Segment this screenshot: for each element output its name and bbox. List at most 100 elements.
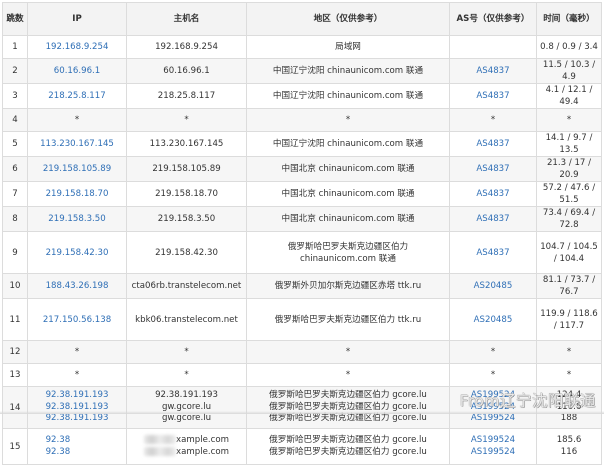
hop-cell: 13 xyxy=(2,363,28,387)
table-row: 2 60.16.96.1 60.16.96.1 中国辽宁沈阳 chinaunicom.… xyxy=(2,58,602,84)
as-link[interactable]: AS20485 xyxy=(449,273,537,299)
time-text: 14.1 / 9.7 / 13.5 xyxy=(536,131,602,157)
header-hostname: 主机名 xyxy=(126,2,247,36)
ip-link[interactable]: 60.16.96.1 xyxy=(27,58,127,84)
as-link[interactable]: AS199524 xyxy=(452,435,534,447)
location-cell: 俄罗斯哈巴罗夫斯克边疆区伯力 gcore.lu 俄罗斯哈巴罗夫斯克边疆区伯力 g… xyxy=(246,386,450,429)
as-link: * xyxy=(449,108,537,132)
ip-link[interactable]: 92.38.191.193 xyxy=(30,413,124,425)
as-link[interactable]: AS20485 xyxy=(449,298,537,341)
as-link[interactable]: AS199524 xyxy=(452,447,534,459)
table-row: 5 113.230.167.145 113.230.167.145 中国辽宁沈阳 ch… xyxy=(2,131,602,157)
hop-cell: 1 xyxy=(2,35,28,59)
table-row: 11 217.150.56.138 kbk06.transtelecom.net 俄罗… xyxy=(2,298,602,341)
table-row: 1 192.168.9.254 192.168.9.254 局域网 0.8 / 0.9 … xyxy=(2,35,602,59)
header-location: 地区（仅供参考） xyxy=(246,2,450,36)
hostname-text: 219.158.3.50 xyxy=(126,206,247,232)
hop-cell: 10 xyxy=(2,273,28,299)
location-text: 俄罗斯哈巴罗夫斯克边疆区伯力 gcore.lu xyxy=(269,413,427,424)
hostname-text: 192.168.9.254 xyxy=(126,35,247,59)
ip-link[interactable]: 92.38.191.193 xyxy=(30,390,124,402)
table-row: 9 219.158.42.30 219.158.42.30 俄罗斯哈巴罗夫斯克边疆区伯… xyxy=(2,231,602,274)
table-row: 12 * * * * * xyxy=(2,340,602,364)
as-link[interactable]: AS4837 xyxy=(449,83,537,109)
ip-link[interactable]: 92.38 xyxy=(30,447,124,459)
table-row: 8 219.158.3.50 219.158.3.50 中国北京 chinaunico… xyxy=(2,206,602,232)
ip-link[interactable]: 113.230.167.145 xyxy=(27,131,127,157)
table-row: 7 219.158.18.70 219.158.18.70 中国北京 chinauni… xyxy=(2,181,602,207)
time-text: 73.4 / 69.4 / 72.8 xyxy=(536,206,602,232)
redaction-blur xyxy=(144,446,177,456)
as-link[interactable]: AS199524 xyxy=(452,413,534,425)
location-text: 俄罗斯哈巴罗夫斯克边疆区伯力 gcore.lu xyxy=(269,446,427,457)
location-text: 中国北京 chinaunicom.com 联通 xyxy=(246,181,450,207)
redaction-blur xyxy=(144,435,177,444)
hostname-text: gw.gcore.lu xyxy=(161,413,212,424)
table-row: 10 188.43.26.198 cta06rb.transtelecom.net 俄… xyxy=(2,273,602,299)
hostname-text: 219.158.18.70 xyxy=(126,181,247,207)
hostname-text: * xyxy=(126,108,247,132)
ip-link[interactable]: 192.168.9.254 xyxy=(27,35,127,59)
location-text: 俄罗斯哈巴罗夫斯克边疆区伯力 gcore.lu xyxy=(269,435,427,445)
table-row: 15 92.38 92.38 xample.com xample.com 俄罗斯… xyxy=(2,428,602,465)
location-text: 中国辽宁沈阳 chinaunicom.com 联通 xyxy=(246,131,450,157)
hop-cell: 4 xyxy=(2,108,28,132)
as-link[interactable]: AS4837 xyxy=(449,156,537,182)
location-text: 俄罗斯外贝加尔斯克边疆区赤塔 ttk.ru xyxy=(246,273,450,299)
as-link[interactable]: AS4837 xyxy=(449,181,537,207)
as-link: * xyxy=(449,363,537,387)
table-row: 13 * * * * * xyxy=(2,363,602,387)
hop-cell: 12 xyxy=(2,340,28,364)
hostname-text: xample.com xyxy=(129,435,244,447)
as-link[interactable]: AS4837 xyxy=(449,231,537,274)
location-text: 俄罗斯哈巴罗夫斯克边疆区伯力 ttk.ru xyxy=(246,298,450,341)
location-text: 俄罗斯哈巴罗夫斯克边疆区伯力 gcore.lu xyxy=(269,390,427,401)
table-row: 4 * * * * * xyxy=(2,108,602,132)
as-cell[interactable]: AS199524 AS199524 xyxy=(449,428,537,465)
ip-link[interactable]: 188.43.26.198 xyxy=(27,273,127,299)
hop-cell: 9 xyxy=(2,231,28,274)
hostname-cell: 92.38.191.193 gw.gcore.lu gw.gcore.lu xyxy=(126,386,247,429)
ip-link[interactable]: 218.25.8.117 xyxy=(27,83,127,109)
location-text: * xyxy=(246,363,450,387)
time-text: 104.7 / 104.5 / 104.4 xyxy=(536,231,602,274)
ip-link: * xyxy=(27,340,127,364)
hostname-text: xample.com xyxy=(129,446,244,459)
as-link[interactable]: AS4837 xyxy=(449,206,537,232)
location-text: * xyxy=(246,340,450,364)
time-text: 116 xyxy=(560,446,578,457)
time-text: 188 xyxy=(560,413,578,424)
ip-link[interactable]: 92.38 xyxy=(30,435,124,447)
time-cell: 185.6 116 xyxy=(536,428,602,465)
as-link xyxy=(449,35,537,59)
header-hop: 跳数 xyxy=(2,2,28,36)
time-text: 11.5 / 10.3 / 4.9 xyxy=(536,58,602,84)
location-text: 中国北京 chinaunicom.com 联通 xyxy=(246,156,450,182)
header-as: AS号（仅供参考） xyxy=(449,2,537,36)
header-ip: IP xyxy=(27,2,127,36)
hostname-text: 219.158.105.89 xyxy=(126,156,247,182)
header-time: 时间（毫秒） xyxy=(536,2,602,36)
as-link[interactable]: AS4837 xyxy=(449,58,537,84)
watermark-text: From辽宁沈阳联通 xyxy=(459,392,596,410)
as-link[interactable]: AS4837 xyxy=(449,131,537,157)
location-text: 中国辽宁沈阳 chinaunicom.com 联通 xyxy=(246,58,450,84)
hostname-text: 219.158.42.30 xyxy=(126,231,247,274)
hop-cell: 15 xyxy=(2,428,28,465)
location-text: 中国北京 chinaunicom.com 联通 xyxy=(246,206,450,232)
hop-cell: 5 xyxy=(2,131,28,157)
hop-cell: 7 xyxy=(2,181,28,207)
hostname-text: 60.16.96.1 xyxy=(126,58,247,84)
ip-link[interactable]: 219.158.42.30 xyxy=(27,231,127,274)
time-text: 57.2 / 47.6 / 51.5 xyxy=(536,181,602,207)
ip-link[interactable]: 219.158.3.50 xyxy=(27,206,127,232)
location-text: 中国辽宁沈阳 chinaunicom.com 联通 xyxy=(246,83,450,109)
ip-cell[interactable]: 92.38.191.193 92.38.191.193 92.38.191.19… xyxy=(27,386,127,429)
time-text: * xyxy=(536,108,602,132)
ip-link[interactable]: 219.158.105.89 xyxy=(27,156,127,182)
ip-link[interactable]: 217.150.56.138 xyxy=(27,298,127,341)
ip-link[interactable]: 219.158.18.70 xyxy=(27,181,127,207)
ip-cell[interactable]: 92.38 92.38 xyxy=(27,428,127,465)
time-text: * xyxy=(536,340,602,364)
hostname-text: * xyxy=(126,363,247,387)
